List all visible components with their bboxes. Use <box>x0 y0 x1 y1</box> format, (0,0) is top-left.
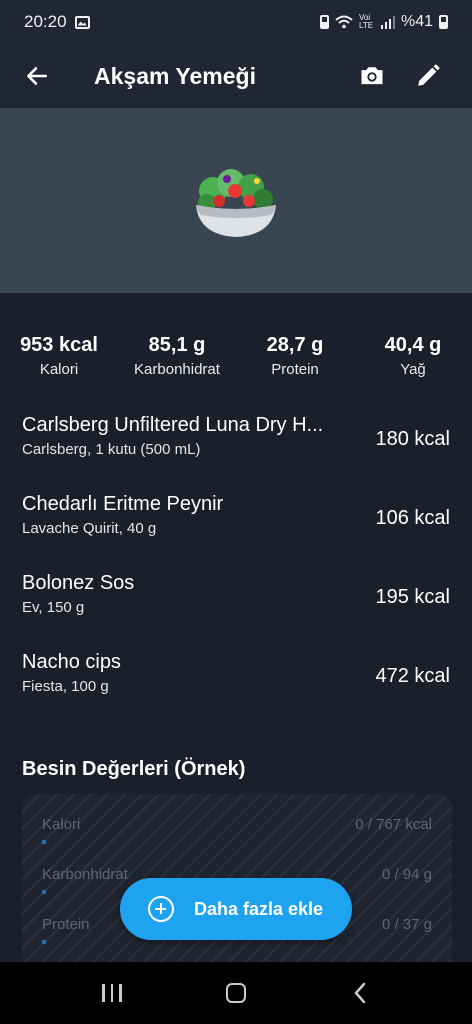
home-button[interactable] <box>206 968 266 1018</box>
nutrition-value: 0 / 767 kcal <box>355 816 432 833</box>
recents-button[interactable] <box>82 968 142 1018</box>
macro-protein: 28,7 g Protein <box>236 334 354 378</box>
camera-icon <box>361 67 383 85</box>
page-title: Akşam Yemeği <box>94 62 256 89</box>
food-detail: Lavache Quirit, 40 g <box>22 520 157 537</box>
nutrition-row-calories: Kalori 0 / 767 kcal <box>42 816 432 846</box>
signal-icon <box>380 16 395 29</box>
system-nav-bar <box>0 962 472 1024</box>
food-item[interactable]: Nacho cips Fiesta, 100 g 472 kcal <box>0 637 472 716</box>
macro-fat: 40,4 g Yağ <box>354 334 472 378</box>
macro-value: 40,4 g <box>384 334 442 356</box>
chevron-left-icon <box>354 982 366 1004</box>
camera-button[interactable] <box>344 48 400 104</box>
network-type-label: Voi LTE <box>358 13 374 30</box>
nutrition-value: 0 / 94 g <box>381 866 432 883</box>
nutrition-label: Karbonhidrat <box>42 866 128 883</box>
back-button[interactable] <box>0 44 74 108</box>
nutrition-value: 0 / 37 g <box>381 916 432 933</box>
add-more-label: Daha fazla ekle <box>194 898 324 919</box>
app-bar: Akşam Yemeği <box>0 44 472 108</box>
edit-button[interactable] <box>400 48 456 104</box>
macro-label: Kalori <box>39 361 79 378</box>
food-item[interactable]: Bolonez Sos Ev, 150 g 195 kcal <box>0 558 472 637</box>
macro-calories: 953 kcal Kalori <box>0 334 118 378</box>
nutrition-progress-bar <box>42 890 46 894</box>
status-time: 20:20 <box>24 12 67 31</box>
recents-icon <box>102 984 122 1002</box>
system-back-button[interactable] <box>330 968 390 1018</box>
macro-label: Protein <box>271 361 319 378</box>
home-icon <box>226 983 246 1003</box>
macro-carbs: 85,1 g Karbonhidrat <box>118 334 236 378</box>
meal-hero-image <box>0 108 472 293</box>
food-kcal: 195 kcal <box>375 586 451 608</box>
food-kcal: 106 kcal <box>375 507 451 529</box>
battery-icon <box>439 15 448 29</box>
battery-percent: %41 <box>400 13 433 30</box>
status-icons: Voi LTE %41 <box>319 13 448 31</box>
food-name: Nacho cips <box>22 651 121 673</box>
nutrition-section-title: Besin Değerleri (Örnek) <box>22 758 246 780</box>
battery-saver-icon <box>319 15 329 29</box>
nutrition-label: Kalori <box>42 816 81 833</box>
macro-value: 85,1 g <box>148 334 206 356</box>
nutrition-progress-bar <box>42 940 46 944</box>
macro-label: Karbonhidrat <box>134 361 220 378</box>
macro-summary: 953 kcal Kalori 85,1 g Karbonhidrat 28,7… <box>0 334 472 378</box>
salad-bowl-icon <box>196 168 276 237</box>
macro-value: 28,7 g <box>266 334 324 356</box>
nutrition-progress-bar <box>42 840 46 844</box>
food-detail: Fiesta, 100 g <box>22 678 109 695</box>
food-name: Carlsberg Unfiltered Luna Dry H... <box>22 414 324 436</box>
food-item[interactable]: Carlsberg Unfiltered Luna Dry H... Carls… <box>0 400 472 479</box>
gallery-notification-icon <box>74 15 90 29</box>
nutrition-label: Protein <box>42 916 90 933</box>
macro-value: 953 kcal <box>20 334 98 356</box>
arrow-left-icon <box>27 67 47 85</box>
food-kcal: 472 kcal <box>375 665 451 687</box>
food-name: Chedarlı Eritme Peynir <box>22 493 224 515</box>
food-detail: Carlsberg, 1 kutu (500 mL) <box>22 441 201 458</box>
food-list: Carlsberg Unfiltered Luna Dry H... Carls… <box>0 400 472 716</box>
food-item[interactable]: Chedarlı Eritme Peynir Lavache Quirit, 4… <box>0 479 472 558</box>
pencil-icon <box>418 64 440 86</box>
wifi-icon <box>335 15 353 29</box>
food-kcal: 180 kcal <box>375 428 451 450</box>
macro-label: Yağ <box>400 361 426 378</box>
food-name: Bolonez Sos <box>22 572 135 594</box>
plus-circle-icon <box>148 896 174 922</box>
food-detail: Ev, 150 g <box>22 599 85 616</box>
add-more-button[interactable]: Daha fazla ekle <box>120 878 352 940</box>
status-bar: 20:20 Voi LTE %41 <box>0 0 472 44</box>
